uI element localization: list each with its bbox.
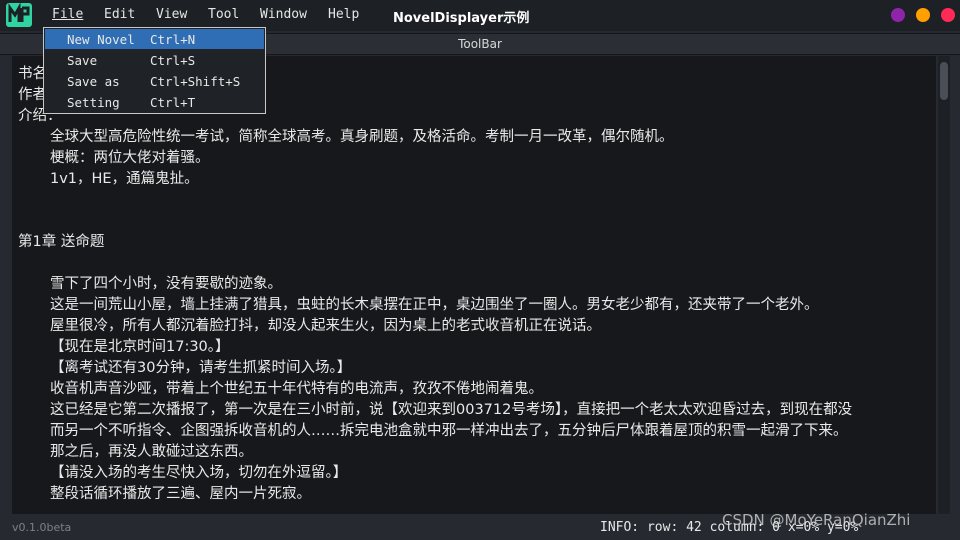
text-line: 屋里很冷，所有人都沉着脸打抖，却没人起来生火，因为桌上的老式收音机正在说话。 [50, 318, 601, 334]
text-line: 整段话循环播放了三遍、屋内一片死寂。 [50, 486, 311, 502]
text-line: 收音机声音沙哑，带着上个世纪五十年代特有的电流声，孜孜不倦地闹着鬼。 [50, 381, 543, 397]
text-line: 【请没入场的考生尽快入场，切勿在外逗留。】 [50, 465, 348, 481]
menu-tool[interactable]: Tool [208, 7, 239, 22]
vertical-scrollbar[interactable] [938, 56, 950, 514]
menu-item-label: New Novel [67, 32, 135, 47]
menu-item-save[interactable]: Save Ctrl+S [45, 50, 264, 70]
maximize-button[interactable] [916, 8, 930, 22]
menu-item-new-novel[interactable]: New Novel Ctrl+N [45, 29, 264, 49]
menu-help[interactable]: Help [328, 7, 359, 22]
menu-item-label: Save [67, 53, 98, 68]
text-line: 这已经是它第二次播报了，第一次是在三小时前，说【欢迎来到003712号考场】，直… [50, 402, 853, 418]
menu-window[interactable]: Window [260, 7, 307, 22]
minimize-button[interactable] [891, 8, 905, 22]
watermark: CSDN @MoYeRanQianZhi [722, 511, 911, 529]
menu-file[interactable]: File [52, 7, 83, 22]
app-logo-icon [6, 3, 32, 27]
menu-item-shortcut: Ctrl+Shift+S [150, 74, 241, 89]
scrollbar-thumb[interactable] [940, 62, 948, 100]
menu-item-setting[interactable]: Setting Ctrl+T [45, 92, 264, 112]
menu-item-save-as[interactable]: Save as Ctrl+Shift+S [45, 71, 264, 91]
menu-item-shortcut: Ctrl+T [150, 95, 196, 110]
text-line: 1v1，HE，通篇鬼扯。 [50, 171, 199, 187]
version-label: v0.1.0beta [12, 521, 72, 534]
text-line: 【现在是北京时间17:30。】 [50, 339, 230, 355]
text-line: 雪下了四个小时，没有要歇的迹象。 [50, 276, 282, 292]
menu-view[interactable]: View [156, 7, 187, 22]
menu-edit[interactable]: Edit [104, 7, 135, 22]
novel-text-area[interactable]: 书名： 作者： 介绍： 全球大型高危险性统一考试，简称全球高考。真身刷题，及格活… [12, 56, 936, 514]
text-line: 【离考试还有30分钟，请考生抓紧时间入场。】 [50, 360, 352, 376]
close-button[interactable] [941, 8, 955, 22]
menu-item-label: Save as [67, 74, 120, 89]
window-title: NovelDisplayer示例 [393, 11, 530, 26]
text-line: 而另一个不听指令、企图强拆收音机的人……拆完电池盒就中邪一样冲出去了，五分钟后尸… [50, 423, 848, 439]
menu-item-shortcut: Ctrl+N [150, 32, 196, 47]
text-line: 梗概：两位大佬对着骚。 [50, 150, 210, 166]
menu-item-shortcut: Ctrl+S [150, 53, 196, 68]
menu-item-label: Setting [67, 95, 120, 110]
chapter-title: 第1章 送命题 [18, 234, 105, 250]
text-line: 这是一间荒山小屋，墙上挂满了猎具，虫蛀的长木桌摆在正中，桌边围坐了一圈人。男女老… [50, 297, 819, 313]
file-menu-dropdown: New Novel Ctrl+N Save Ctrl+S Save as Ctr… [43, 27, 266, 114]
text-line: 全球大型高危险性统一考试，简称全球高考。真身刷题，及格活命。考制一月一改革，偶尔… [50, 129, 674, 145]
text-line: 那之后，再没人敢碰过这东西。 [50, 444, 253, 460]
